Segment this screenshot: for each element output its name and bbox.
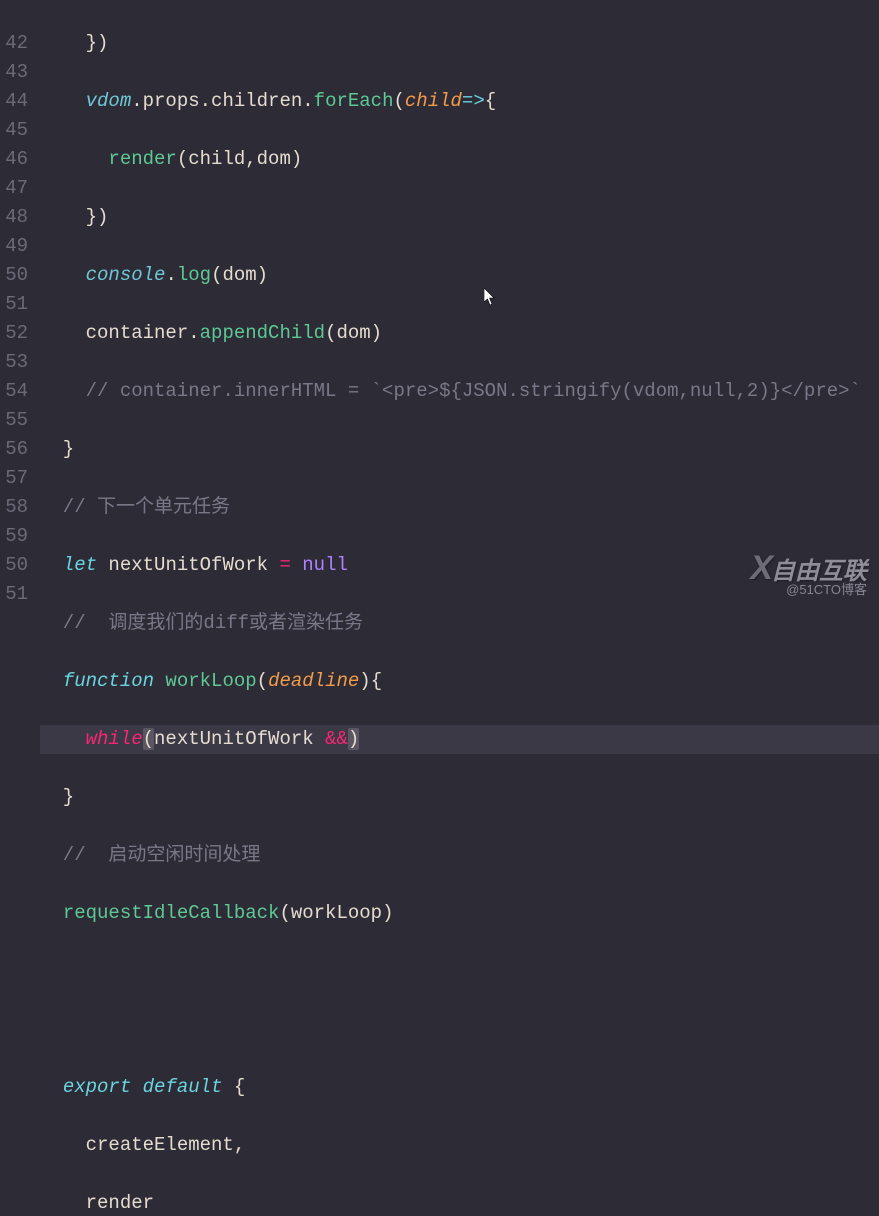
line-number: 48 [0, 203, 28, 232]
code-line[interactable]: container.appendChild(dom) [40, 319, 879, 348]
code-line[interactable]: // 启动空闲时间处理 [40, 841, 879, 870]
line-number: 55 [0, 406, 28, 435]
line-number: 51 [0, 580, 28, 609]
code-editor[interactable]: 42 43 44 45 46 47 48 49 50 51 52 53 54 5… [0, 0, 879, 608]
line-number: 43 [0, 58, 28, 87]
line-number: 57 [0, 464, 28, 493]
line-number: 44 [0, 87, 28, 116]
code-line[interactable]: } [40, 783, 879, 812]
code-line[interactable]: render [40, 1189, 879, 1216]
line-number: 58 [0, 493, 28, 522]
code-line[interactable]: // 下一个单元任务 [40, 493, 879, 522]
line-number: 42 [0, 29, 28, 58]
line-number [0, 0, 28, 29]
line-gutter: 42 43 44 45 46 47 48 49 50 51 52 53 54 5… [0, 0, 40, 608]
code-line-active[interactable]: while(nextUnitOfWork &&) [40, 725, 879, 754]
line-number: 47 [0, 174, 28, 203]
line-number: 46 [0, 145, 28, 174]
code-line[interactable]: requestIdleCallback(workLoop) [40, 899, 879, 928]
code-area[interactable]: }) vdom.props.children.forEach(child=>{ … [40, 0, 879, 608]
line-number: 45 [0, 116, 28, 145]
code-line[interactable]: // container.innerHTML = `<pre>${JSON.st… [40, 377, 879, 406]
code-line[interactable]: render(child,dom) [40, 145, 879, 174]
line-number: 56 [0, 435, 28, 464]
code-line[interactable]: }) [40, 203, 879, 232]
code-line[interactable]: export default { [40, 1073, 879, 1102]
line-number: 50 [0, 551, 28, 580]
line-number: 53 [0, 348, 28, 377]
code-line[interactable]: createElement, [40, 1131, 879, 1160]
line-number: 52 [0, 319, 28, 348]
line-number: 50 [0, 261, 28, 290]
code-line[interactable]: vdom.props.children.forEach(child=>{ [40, 87, 879, 116]
line-number: 59 [0, 522, 28, 551]
code-line[interactable]: } [40, 435, 879, 464]
code-line[interactable]: // 调度我们的diff或者渲染任务 [40, 609, 879, 638]
line-number: 49 [0, 232, 28, 261]
line-number: 51 [0, 290, 28, 319]
code-line[interactable] [40, 957, 879, 986]
code-line[interactable] [40, 1015, 879, 1044]
line-number: 54 [0, 377, 28, 406]
watermark-sub: @51CTO博客 [786, 575, 867, 604]
code-line[interactable]: console.log(dom) [40, 261, 879, 290]
code-line[interactable]: function workLoop(deadline){ [40, 667, 879, 696]
code-line[interactable]: }) [40, 29, 879, 58]
